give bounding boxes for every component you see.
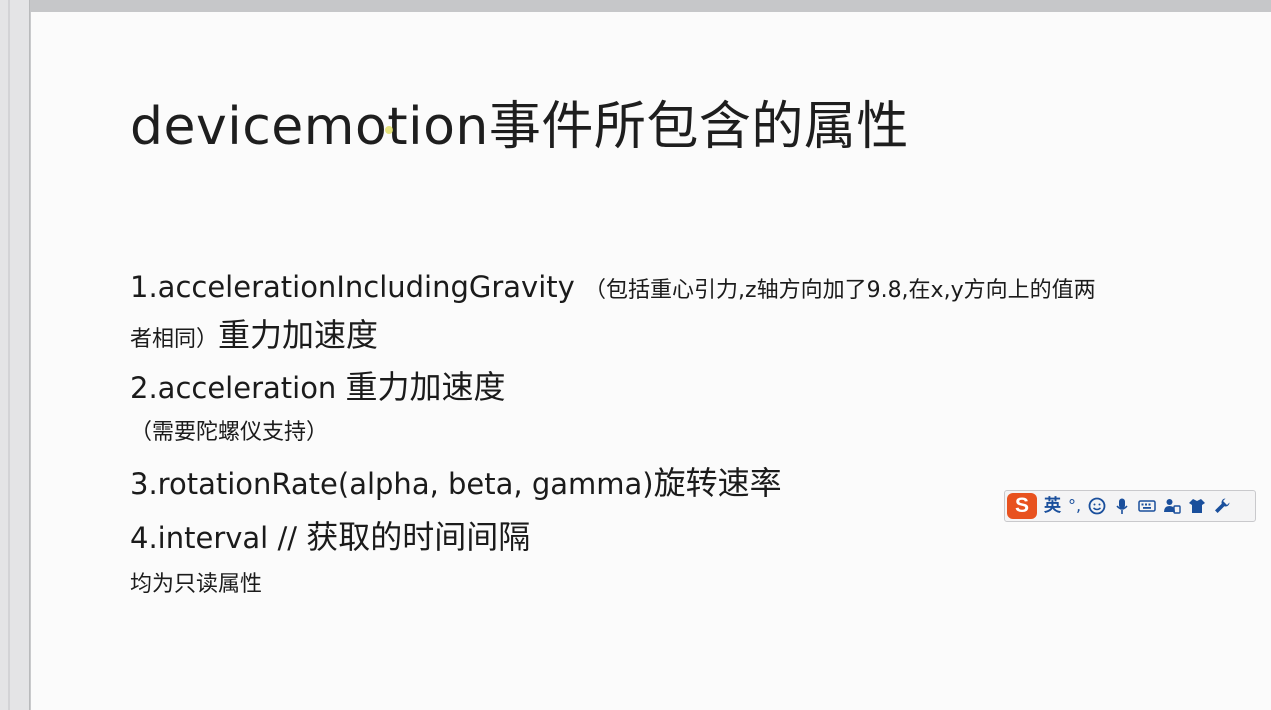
gutter-edge: [8, 0, 10, 710]
slide-title: devicemotion事件所包含的属性: [130, 97, 909, 157]
ime-language-toggle[interactable]: 英: [1044, 491, 1061, 521]
item-4-description: 获取的时间间隔: [306, 518, 531, 556]
item-3-line: 3.rotationRate(alpha, beta, gamma)旋转速率: [130, 458, 782, 504]
item-1-continuation: 者相同）重力加速度: [130, 310, 378, 356]
user-tools-icon[interactable]: [1163, 497, 1181, 515]
item-1-label: 1.accelerationIncludingGravity: [130, 270, 575, 304]
item-2-note: （需要陀螺仪支持）: [130, 420, 329, 445]
item-4-line: 4.interval // 获取的时间间隔: [130, 512, 530, 558]
sogou-logo-icon[interactable]: S: [1007, 493, 1037, 519]
item-2-description: 重力加速度: [345, 368, 506, 406]
settings-wrench-icon[interactable]: [1213, 497, 1231, 515]
item-3-label: 3.rotationRate(alpha, beta, gamma): [130, 467, 654, 501]
slide-panel-gutter: [0, 0, 30, 710]
ime-toolbar[interactable]: S 英 °,: [1004, 490, 1256, 522]
microphone-icon[interactable]: [1113, 497, 1131, 515]
window-top-bar: [0, 0, 1271, 12]
slide-canvas[interactable]: devicemotion事件所包含的属性 1.accelerationInclu…: [31, 12, 1271, 710]
item-1-line: 1.accelerationIncludingGravity （包括重心引力,z…: [130, 270, 1096, 304]
item-2-label: 2.acceleration: [130, 371, 337, 405]
mouse-cursor-highlight: [385, 126, 393, 134]
item-4-label: 4.interval //: [130, 521, 297, 555]
keyboard-icon[interactable]: [1138, 497, 1156, 515]
item-3-description: 旋转速率: [653, 464, 782, 502]
footer-note: 均为只读属性: [130, 572, 263, 597]
emoji-icon[interactable]: [1088, 497, 1106, 515]
item-2-line: 2.acceleration 重力加速度: [130, 362, 506, 408]
item-1-note: （包括重心引力,z轴方向加了9.8,在x,y方向上的值两: [584, 278, 1096, 303]
item-1-description: 重力加速度: [218, 316, 379, 354]
item-1-note-continuation: 者相同）: [130, 327, 219, 352]
skin-shirt-icon[interactable]: [1188, 497, 1206, 515]
ime-punctuation-toggle[interactable]: °,: [1068, 491, 1081, 521]
